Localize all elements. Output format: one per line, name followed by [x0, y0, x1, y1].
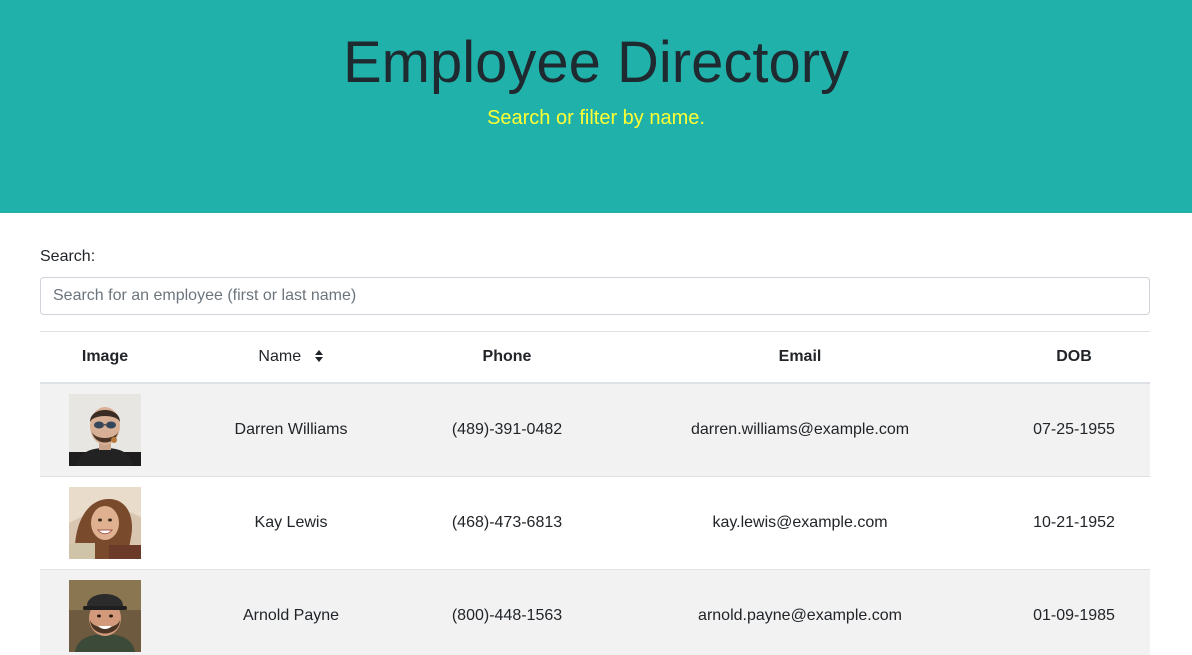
employee-name: Darren Williams [170, 382, 412, 477]
hero-banner: Employee Directory Search or filter by n… [0, 0, 1192, 213]
page-subtitle: Search or filter by name. [487, 107, 705, 129]
column-header-email: Email [602, 331, 998, 384]
employee-table: Image Name Phone Email DOB Darren Willia… [40, 331, 1150, 655]
sort-icon[interactable] [314, 349, 324, 363]
employee-email: kay.lewis@example.com [602, 476, 998, 570]
search-label: Search: [40, 248, 96, 265]
column-header-dob: DOB [998, 331, 1150, 384]
avatar-arnold-payne [69, 580, 141, 652]
employee-name: Kay Lewis [170, 476, 412, 570]
employee-phone: (468)-473-6813 [412, 476, 602, 570]
employee-dob: 07-25-1955 [998, 382, 1150, 477]
employee-phone: (489)-391-0482 [412, 382, 602, 477]
employee-phone: (800)-448-1563 [412, 569, 602, 655]
column-header-phone: Phone [412, 331, 602, 384]
employee-email: arnold.payne@example.com [602, 569, 998, 655]
employee-dob: 01-09-1985 [998, 569, 1150, 655]
avatar-darren-williams [69, 394, 141, 466]
column-header-image: Image [40, 331, 170, 384]
table-header-row: Image Name Phone Email DOB [40, 331, 1150, 384]
employee-name: Arnold Payne [170, 569, 412, 655]
column-header-name[interactable]: Name [170, 331, 412, 384]
table-row: Darren Williams (489)-391-0482 darren.wi… [40, 382, 1150, 477]
column-header-name-label: Name [258, 348, 302, 365]
avatar-kay-lewis [69, 487, 141, 559]
image-cell [40, 476, 170, 570]
page-title: Employee Directory [342, 30, 850, 95]
employee-email: darren.williams@example.com [602, 382, 998, 477]
table-header: Image Name Phone Email DOB [40, 331, 1150, 384]
search-input[interactable] [40, 277, 1150, 315]
image-cell [40, 569, 170, 655]
table-body: Darren Williams (489)-391-0482 darren.wi… [40, 382, 1150, 655]
image-cell [40, 382, 170, 477]
table-row: Kay Lewis (468)-473-6813 kay.lewis@examp… [40, 476, 1150, 570]
employee-dob: 10-21-1952 [998, 476, 1150, 570]
table-row: Arnold Payne (800)-448-1563 arnold.payne… [40, 569, 1150, 655]
